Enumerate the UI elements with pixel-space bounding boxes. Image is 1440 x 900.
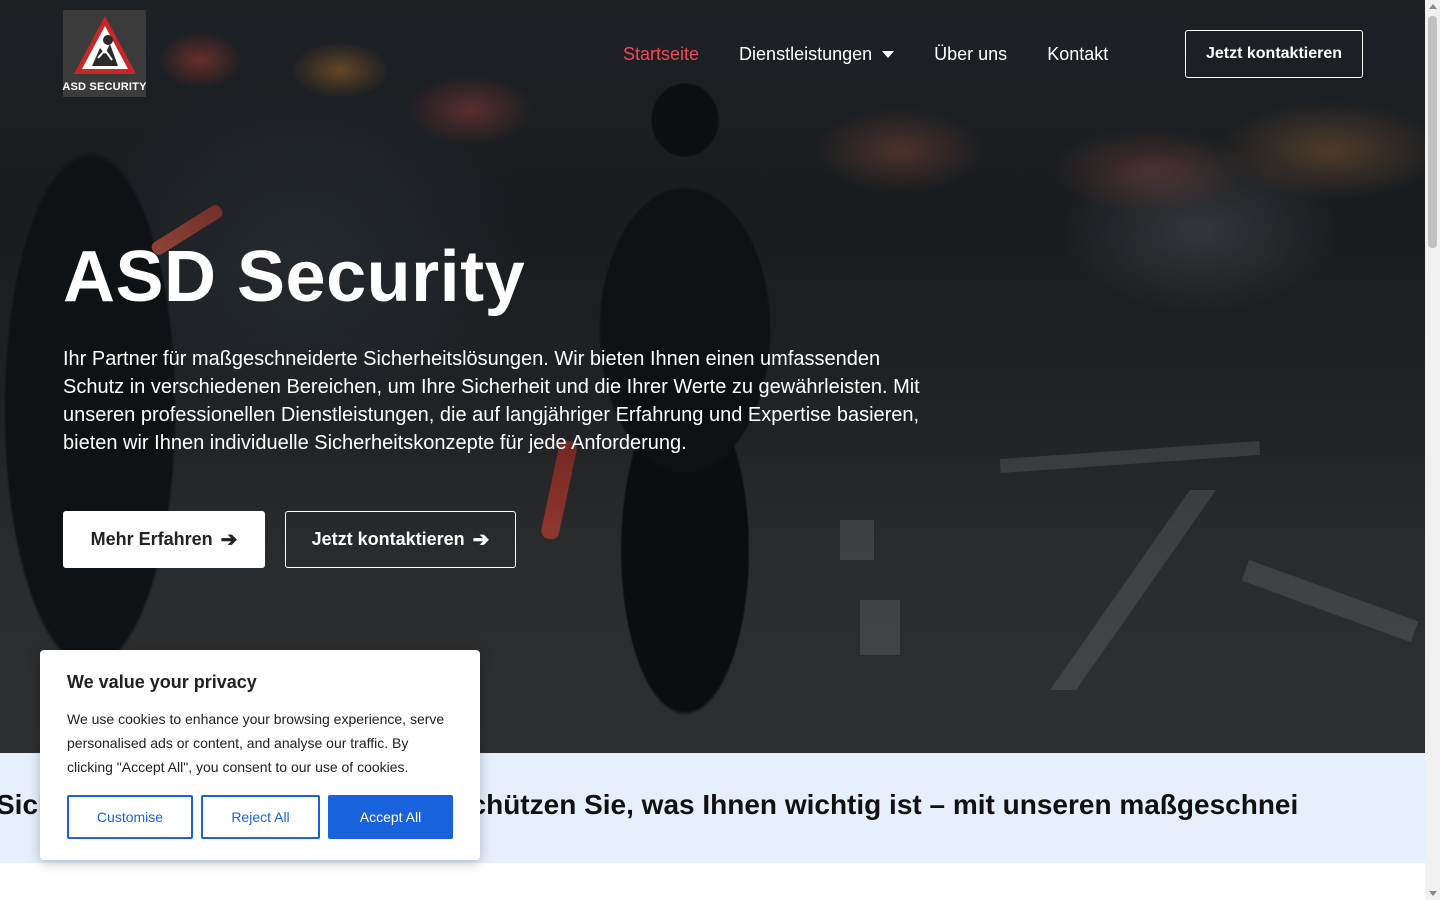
accept-all-button[interactable]: Accept All: [328, 795, 453, 839]
page-scrollbar[interactable]: [1425, 0, 1440, 900]
learn-more-button[interactable]: Mehr Erfahren ➔: [63, 511, 265, 568]
hero-title: ASD Security: [63, 237, 526, 317]
site-logo[interactable]: ASD SECURITY: [62, 10, 147, 97]
logo-text: ASD SECURITY: [62, 81, 147, 93]
nav-item-startseite[interactable]: Startseite: [623, 44, 699, 65]
nav-item-label: Dienstleistungen: [739, 43, 873, 64]
arrow-right-icon: ➔: [220, 528, 238, 551]
cookie-actions: Customise Reject All Accept All: [67, 795, 453, 839]
contact-now-label: Jetzt kontaktieren: [311, 529, 465, 549]
hero-description: Ihr Partner für maßgeschneiderte Sicherh…: [63, 348, 920, 454]
cookie-text: We use cookies to enhance your browsing …: [67, 711, 445, 775]
arrow-right-icon: ➔: [472, 528, 490, 551]
logo-emblem-icon: [73, 16, 136, 74]
main-navigation: Startseite Dienstleistungen Über uns Kon…: [623, 30, 1108, 78]
nav-item-dienstleistungen[interactable]: Dienstleistungen: [739, 43, 895, 65]
reject-all-button[interactable]: Reject All: [201, 795, 320, 839]
customise-button[interactable]: Customise: [67, 795, 193, 839]
nav-item-ueber-uns[interactable]: Über uns: [934, 44, 1007, 65]
scrollbar-thumb[interactable]: [1428, 16, 1437, 248]
cookie-consent-banner: We value your privacy We use cookies to …: [40, 650, 480, 860]
page: ASD SECURITY Startseite Dienstleistungen…: [0, 0, 1425, 900]
hero-section: ASD SECURITY Startseite Dienstleistungen…: [0, 0, 1425, 753]
nav-item-kontakt[interactable]: Kontakt: [1047, 44, 1108, 65]
learn-more-label: Mehr Erfahren: [90, 529, 213, 549]
caret-down-icon[interactable]: [882, 50, 895, 58]
scroll-down-icon[interactable]: [1429, 891, 1437, 896]
scroll-up-icon[interactable]: [1429, 4, 1437, 9]
contact-now-button[interactable]: Jetzt kontaktieren ➔: [285, 511, 516, 568]
cookie-title: We value your privacy: [67, 672, 257, 692]
header-contact-button[interactable]: Jetzt kontaktieren: [1185, 30, 1363, 78]
